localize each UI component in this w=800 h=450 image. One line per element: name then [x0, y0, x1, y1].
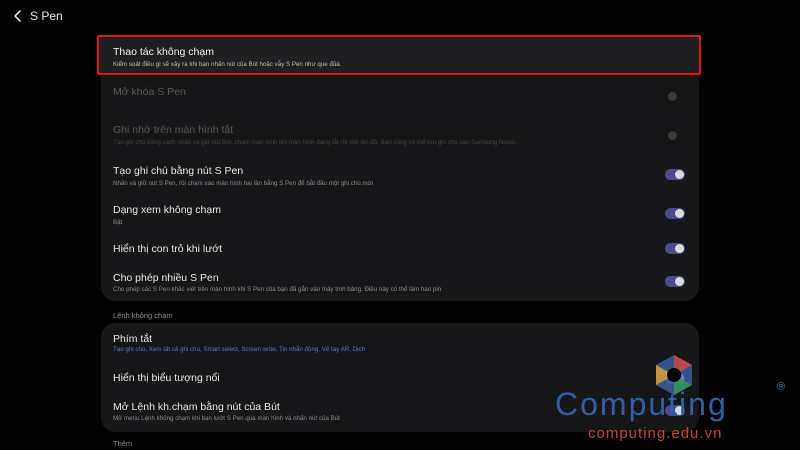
- back-arrow-icon[interactable]: [10, 8, 26, 24]
- setting-title: Dạng xem không chạm: [113, 204, 221, 216]
- top-bar: S Pen: [0, 0, 800, 32]
- section-header-air-command: Lệnh không chạm: [113, 311, 173, 320]
- toggle-switch[interactable]: [665, 243, 685, 254]
- setting-title: Hiển thị con trỏ khi lướt: [113, 243, 223, 255]
- setting-title: Tạo ghi chú bằng nút S Pen: [113, 165, 244, 177]
- setting-title: Ghi nhớ trên màn hình tắt: [113, 124, 234, 136]
- setting-title: Mở khóa S Pen: [113, 86, 186, 98]
- toggle-switch[interactable]: [665, 91, 685, 102]
- watermark-url: computing.edu.vn: [588, 425, 723, 442]
- setting-desc: Bật: [113, 219, 123, 226]
- setting-title: Cho phép nhiều S Pen: [113, 272, 219, 284]
- air-actions-desc: Kiểm soát điều gì sẽ xảy ra khi bạn nhấn…: [113, 61, 342, 68]
- registered-mark: ®: [777, 381, 786, 393]
- toggle-switch[interactable]: [665, 276, 685, 287]
- setting-desc: Mở menu Lệnh không chạm khi bạn lướt S P…: [113, 415, 340, 422]
- setting-desc: Cho phép các S Pen khác viết trên màn hì…: [113, 286, 442, 293]
- shortcuts-list-link: Tạo ghi chú, Xem tất cả ghi chú, Smart s…: [113, 346, 366, 353]
- toggle-switch[interactable]: [665, 208, 685, 219]
- setting-desc: Nhấn và giữ nút S Pen, rồi chạm vào màn …: [113, 180, 373, 187]
- setting-title: Hiển thị biểu tượng nổi: [113, 372, 220, 384]
- section-header-more: Thêm: [113, 439, 133, 448]
- air-actions-item[interactable]: Thao tác không chạm Kiểm soát điều gì sẽ…: [97, 35, 701, 75]
- setting-title: Phím tắt: [113, 333, 153, 345]
- page-title: S Pen: [30, 9, 63, 23]
- toggle-switch[interactable]: [665, 169, 685, 180]
- air-actions-title: Thao tác không chạm: [113, 46, 214, 58]
- watermark-brand: Computing: [555, 386, 728, 422]
- setting-desc: Tạo ghi chú bằng cách nhấn và giữ nút Bú…: [113, 139, 517, 146]
- toggle-switch[interactable]: [665, 130, 685, 141]
- setting-title: Mở Lệnh kh.chạm bằng nút của Bút: [113, 401, 280, 413]
